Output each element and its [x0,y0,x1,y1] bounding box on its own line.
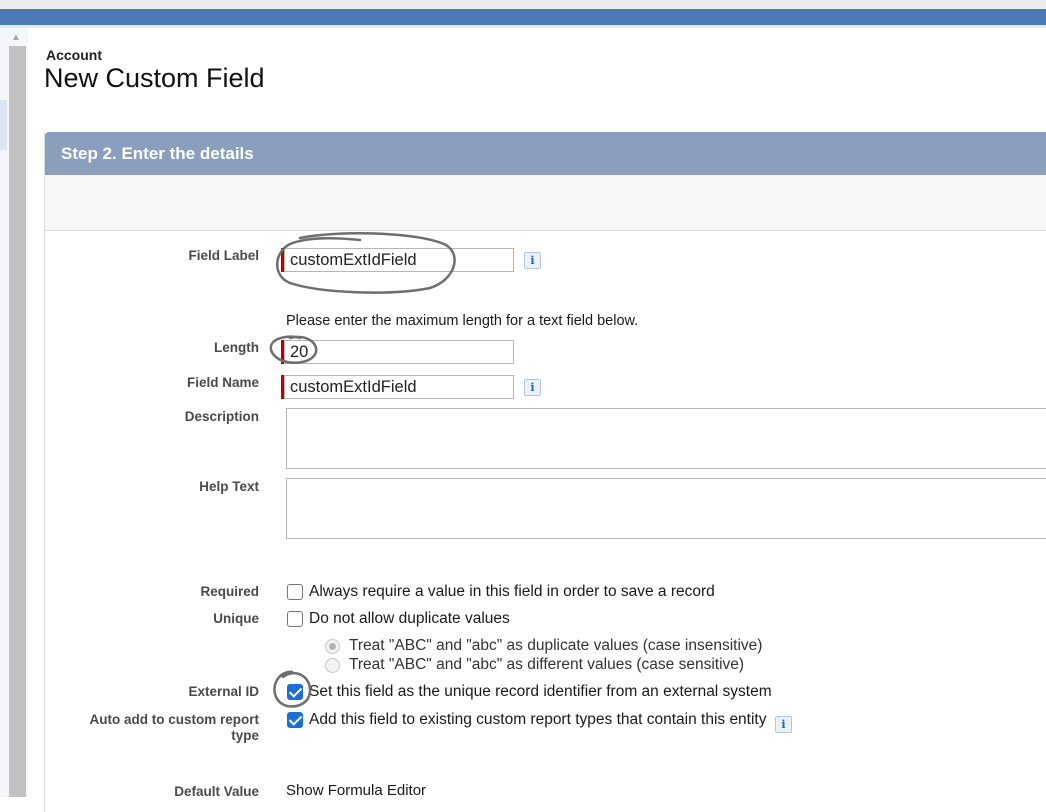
info-icon[interactable]: i [775,716,792,733]
auto-add-label-line2: type [231,728,259,743]
scrollbar-thumb[interactable] [9,46,26,797]
step-title: Step 2. Enter the details [61,144,254,163]
info-icon[interactable]: i [524,379,541,396]
field-name-input[interactable] [284,375,514,399]
external-id-option-text: Set this field as the unique record iden… [309,683,772,700]
description-textarea[interactable] [286,408,1046,469]
header-banner-shadow [0,25,1046,28]
required-label: Required [200,584,259,599]
object-name: Account [46,47,102,63]
help-text-textarea[interactable] [286,478,1046,539]
field-name-label: Field Name [186,375,259,390]
case-sensitive-radio[interactable] [325,658,340,673]
step-header: Step 2. Enter the details [45,132,1046,175]
form-section: Step 2. Enter the details Field Label i … [44,132,1046,812]
description-label: Description [184,409,259,424]
page-title: New Custom Field [44,63,265,93]
help-text-label: Help Text [199,479,259,494]
length-input[interactable] [284,340,514,364]
info-icon[interactable]: i [524,252,541,269]
required-checkbox[interactable] [287,584,303,600]
scroll-up-arrow-icon[interactable]: ▲ [6,30,26,46]
unique-checkbox[interactable] [287,611,303,627]
external-id-label: External ID [188,684,259,699]
show-formula-editor-link[interactable]: Show Formula Editor [286,782,426,799]
unique-option-text: Do not allow duplicate values [309,610,510,627]
case-insensitive-radio[interactable] [325,639,340,654]
field-label-label: Field Label [188,248,259,263]
sidebar-edge [0,100,7,150]
field-label-input[interactable] [284,248,514,272]
case-insensitive-text: Treat "ABC" and "abc" as duplicate value… [349,637,763,654]
browser-top-strip [0,0,1046,9]
auto-add-label: Auto add to custom report [89,712,260,727]
unique-label: Unique [213,611,259,626]
auto-add-checkbox[interactable] [287,712,303,728]
case-sensitive-text: Treat "ABC" and "abc" as different value… [349,656,745,673]
external-id-checkbox[interactable] [287,684,303,700]
button-bar [45,175,1046,231]
length-label: Length [214,340,259,355]
length-hint: Please enter the maximum length for a te… [286,313,639,329]
required-option-text: Always require a value in this field in … [309,583,715,600]
header-banner [0,9,1046,25]
auto-add-option-text: Add this field to existing custom report… [309,711,767,728]
